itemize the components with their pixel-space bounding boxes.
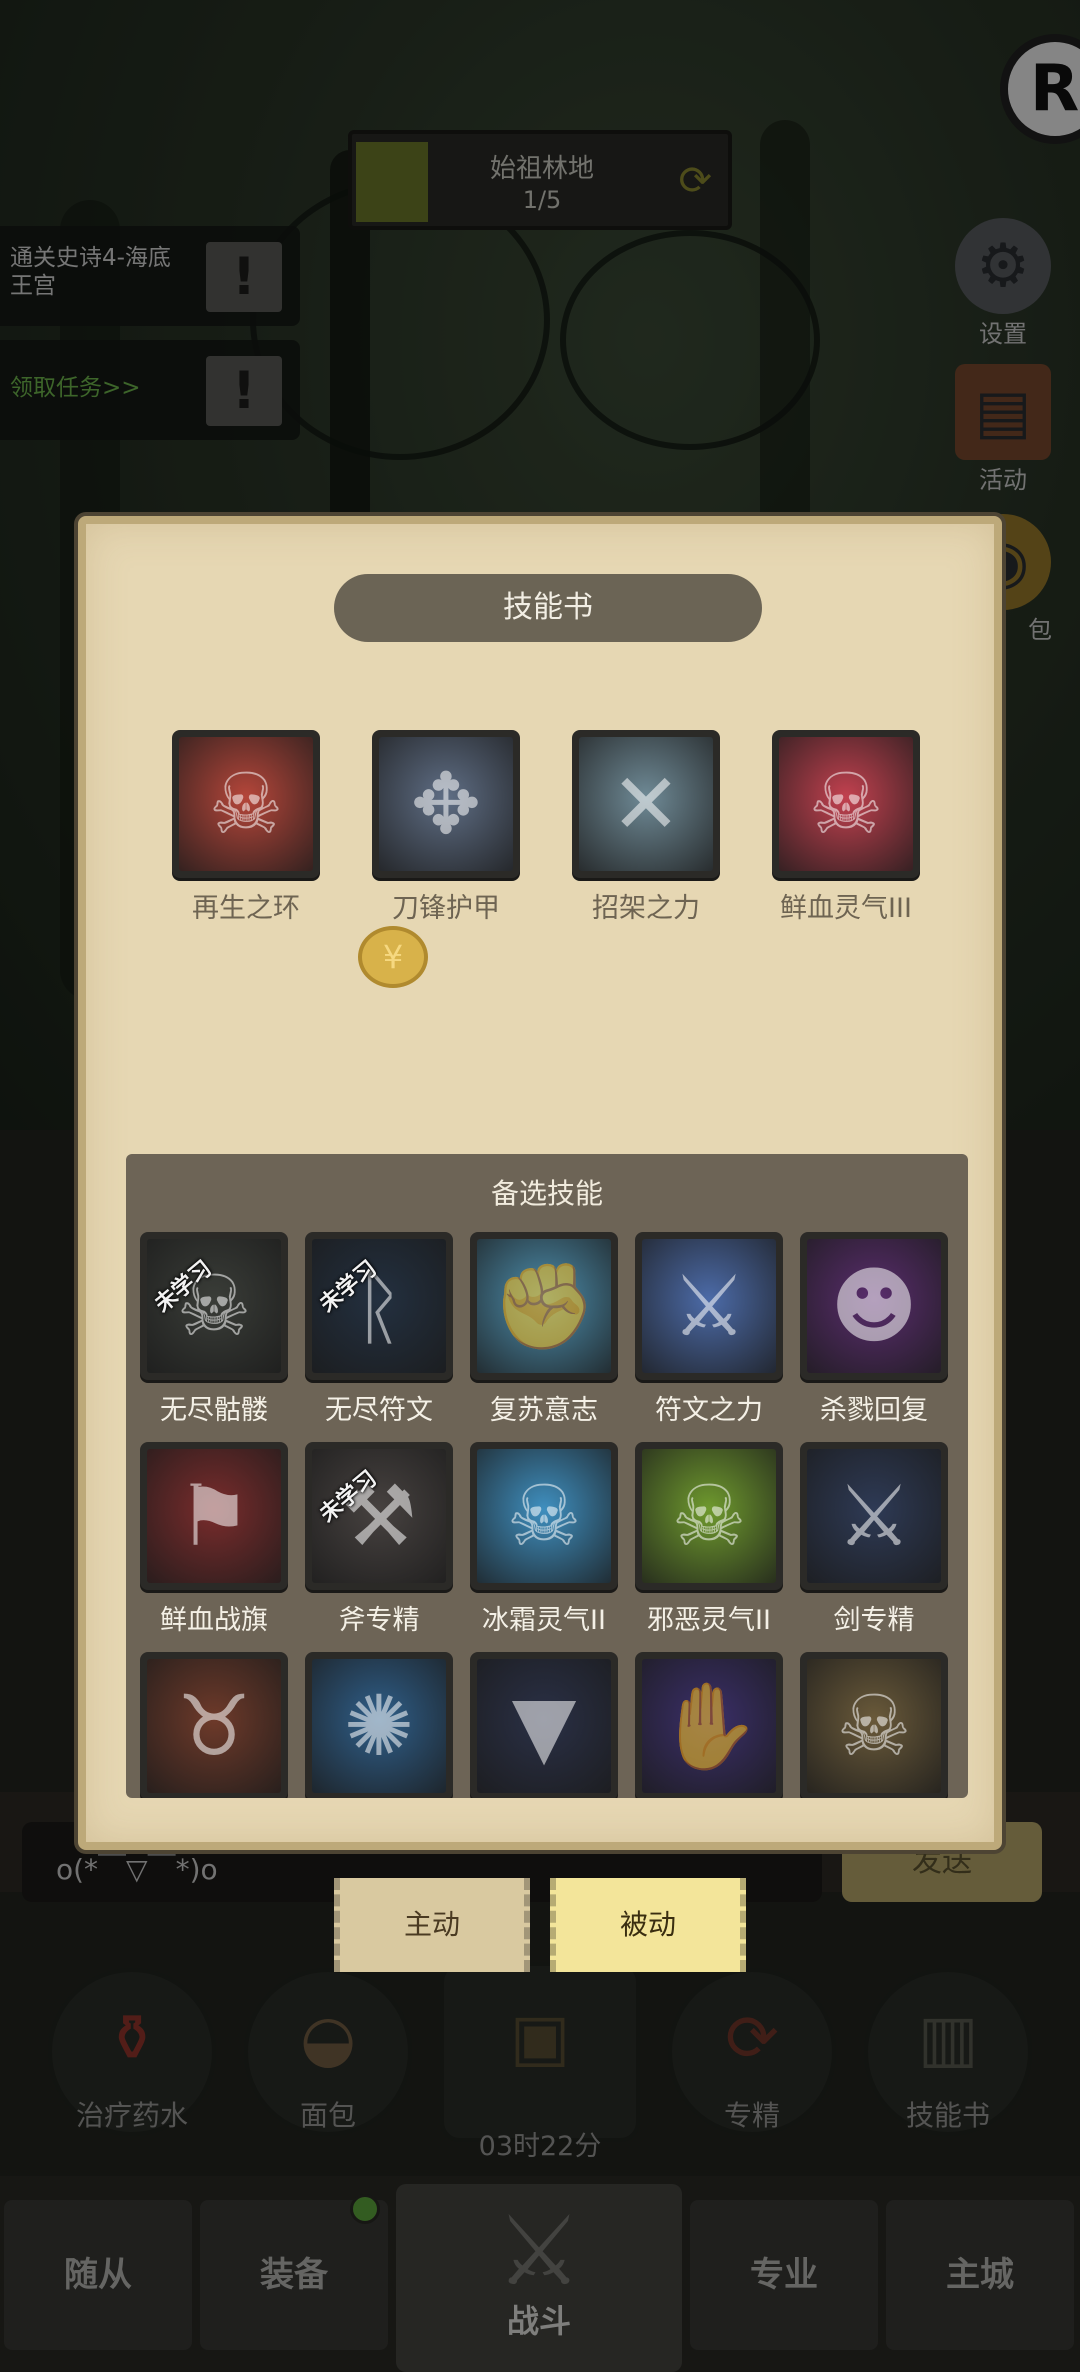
skill-art: ⚑ — [147, 1449, 281, 1583]
skill-art: ⚒ 未学习 — [312, 1449, 446, 1583]
skill-slot[interactable]: ♉ — [140, 1652, 288, 1798]
skill-frame: ✋ — [635, 1652, 783, 1798]
skill-slot[interactable]: ✕ 招架之力 — [572, 730, 720, 925]
alternate-skills-panel: 备选技能 ☠ 未学习 无尽骷髅 ᚱ 未学习 无尽符文 ✊ 复苏意志 ⚔ 符文之力 ☻ 杀戮回复 ⚑ 鲜血战… — [126, 1154, 968, 1798]
skill-art: ✕ — [579, 737, 713, 871]
skill-slot[interactable]: ☠ 再生之环 — [172, 730, 320, 925]
skill-frame: ᚱ 未学习 — [305, 1232, 453, 1380]
skill-slot[interactable]: ᚱ 未学习无尽符文 — [305, 1232, 453, 1427]
skill-frame: ☠ — [172, 730, 320, 878]
claw-icon: ✋ — [656, 1677, 762, 1775]
blood-banner-icon: ⚑ — [176, 1467, 252, 1565]
skill-frame: ☠ — [772, 730, 920, 878]
skill-slot[interactable]: ✊ 复苏意志 — [470, 1232, 618, 1427]
skill-name: 招架之力 — [592, 893, 700, 924]
skill-frame: ✥ — [372, 730, 520, 878]
demon-face-icon: ☻ — [830, 1257, 918, 1355]
skill-art: ✥ — [379, 737, 513, 871]
skill-name: 再生之环 — [192, 893, 300, 924]
blood-skull-icon: ☠ — [808, 755, 884, 853]
skill-art: ✺ — [312, 1659, 446, 1793]
skill-art: ⚔ — [642, 1239, 776, 1373]
skill-art: ☠ — [779, 737, 913, 871]
skill-art: ♉ — [147, 1659, 281, 1793]
skill-frame: ✕ — [572, 730, 720, 878]
skill-name: 鲜血战旗 — [160, 1605, 268, 1636]
modal-title: 技能书 — [334, 574, 762, 642]
blade-armor-icon: ✥ — [410, 755, 482, 853]
skill-name: 邪恶灵气II — [647, 1605, 771, 1636]
rune-sword-icon: ⚔ — [671, 1257, 747, 1355]
skill-frame: ☠ — [470, 1442, 618, 1590]
skill-name: 斧专精 — [338, 1605, 420, 1636]
sword-icon: ⚔ — [836, 1467, 912, 1565]
skill-art: ᚱ 未学习 — [312, 1239, 446, 1373]
skill-frame: ✺ — [305, 1652, 453, 1798]
skill-frame: ⚑ — [140, 1442, 288, 1590]
skill-name: 冰霜灵气II — [482, 1605, 606, 1636]
skill-frame: ☻ — [800, 1232, 948, 1380]
crossed-blades-icon: ✕ — [610, 755, 682, 853]
skill-art: ☠ — [477, 1449, 611, 1583]
skill-name: 无尽符文 — [325, 1395, 433, 1426]
horned-demon-icon: ♉ — [176, 1677, 252, 1775]
skill-frame: ⚒ 未学习 — [305, 1442, 453, 1590]
skill-frame: ⚔ — [635, 1232, 783, 1380]
skill-frame: ♉ — [140, 1652, 288, 1798]
skill-slot[interactable]: ⚔ 剑专精 — [800, 1442, 948, 1637]
skill-slot[interactable]: ✋ — [635, 1652, 783, 1798]
alternate-skills-title: 备选技能 — [490, 1177, 603, 1210]
tab-passive-skills[interactable]: 被动 — [550, 1878, 746, 1972]
skill-slot[interactable]: ☠ 冰霜灵气II — [470, 1442, 618, 1637]
skill-name: 刀锋护甲 — [392, 893, 500, 924]
skill-name: 杀戮回复 — [820, 1395, 928, 1426]
skill-art: ☻ — [807, 1239, 941, 1373]
skill-slot[interactable]: ⚔ 符文之力 — [635, 1232, 783, 1427]
fanged-maw-icon: ▼ — [511, 1677, 577, 1775]
skill-frame: ✊ — [470, 1232, 618, 1380]
tab-active-skills[interactable]: 主动 — [334, 1878, 530, 1972]
skill-art: ✋ — [642, 1659, 776, 1793]
skill-book-modal: 技能书 ☠ 再生之环 ✥ 刀锋护甲 ✕ 招架之力 ☠ 鲜血灵气III ¥ 备选技能 ☠ 未学习无… — [78, 516, 1002, 1850]
red-skull-icon: ☠ — [208, 755, 284, 853]
skill-frame: ☠ — [635, 1442, 783, 1590]
skill-slot[interactable]: ☠ 鲜血灵气III — [772, 730, 920, 925]
skill-name: 复苏意志 — [490, 1395, 598, 1426]
skill-art: ▼ — [477, 1659, 611, 1793]
skill-slot[interactable]: ▼ — [470, 1652, 618, 1798]
skill-art: ⚔ — [807, 1449, 941, 1583]
skill-name: 无尽骷髅 — [160, 1395, 268, 1426]
skill-slot[interactable]: ✥ 刀锋护甲 — [372, 730, 520, 925]
skill-art: ☠ — [642, 1449, 776, 1583]
skill-slot[interactable]: ☻ 杀戮回复 — [800, 1232, 948, 1427]
bone-skull-icon: ☠ — [836, 1677, 912, 1775]
skill-frame: ▼ — [470, 1652, 618, 1798]
skill-slot[interactable]: ☠ 未学习无尽骷髅 — [140, 1232, 288, 1427]
skill-frame: ⚔ — [800, 1442, 948, 1590]
skill-slot[interactable]: ☠ 邪恶灵气II — [635, 1442, 783, 1637]
skill-slot[interactable]: ✺ — [305, 1652, 453, 1798]
skill-slot[interactable]: ⚑ 鲜血战旗 — [140, 1442, 288, 1637]
coin-icon[interactable]: ¥ — [358, 926, 428, 988]
skill-name: 符文之力 — [655, 1395, 763, 1426]
skill-slot[interactable]: ⚒ 未学习斧专精 — [305, 1442, 453, 1637]
skill-name: 鲜血灵气III — [780, 893, 912, 924]
skill-art: ☠ — [807, 1659, 941, 1793]
skill-art: ☠ — [179, 737, 313, 871]
skill-slot[interactable]: ☠ — [800, 1652, 948, 1798]
skill-art: ✊ — [477, 1239, 611, 1373]
frost-shield-icon: ✺ — [343, 1677, 415, 1775]
unholy-skull-icon: ☠ — [671, 1467, 747, 1565]
skill-name: 剑专精 — [833, 1605, 915, 1636]
skill-frame: ☠ — [800, 1652, 948, 1798]
fist-icon: ✊ — [491, 1257, 597, 1355]
skill-frame: ☠ 未学习 — [140, 1232, 288, 1380]
skill-art: ☠ 未学习 — [147, 1239, 281, 1373]
frost-skull-icon: ☠ — [506, 1467, 582, 1565]
